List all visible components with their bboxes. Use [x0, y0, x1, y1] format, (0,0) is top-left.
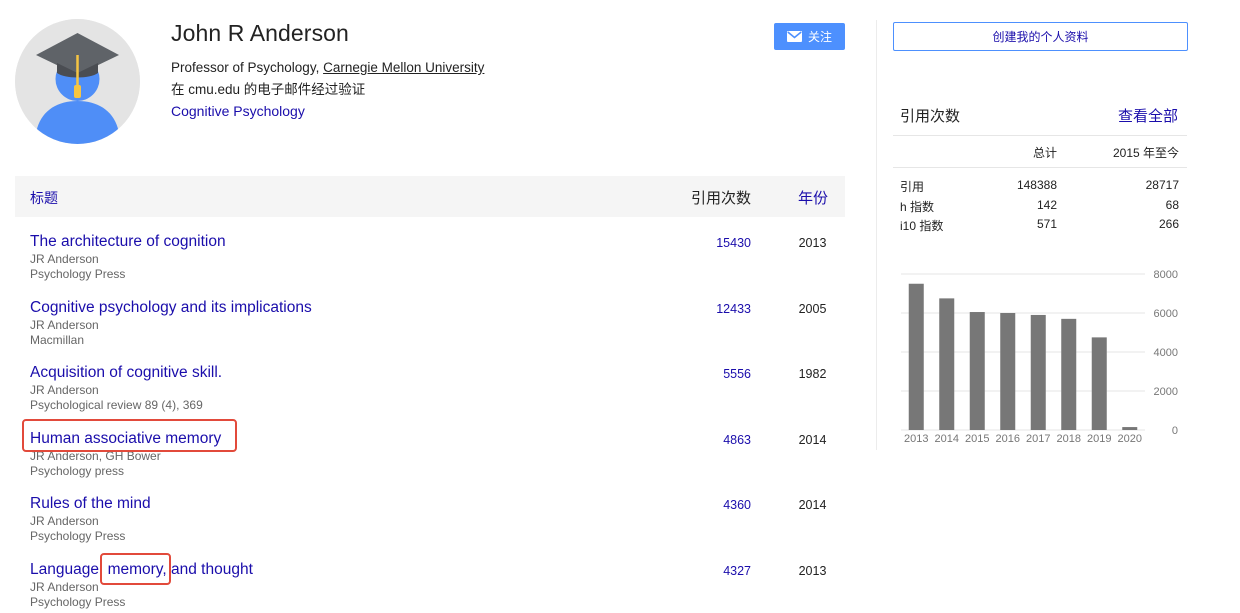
profile-name: John R Anderson [171, 20, 349, 46]
chart-x-tick-label: 2019 [1087, 433, 1111, 445]
chart-y-tick-label: 0 [1172, 425, 1178, 437]
chart-bar[interactable] [1061, 318, 1077, 430]
chart-bar[interactable] [1000, 313, 1016, 430]
column-citations-header[interactable]: 引用次数 [691, 187, 751, 208]
chart-x-tick-label: 2014 [935, 433, 959, 445]
stats-divider [893, 135, 1187, 136]
chart-bar[interactable] [1030, 314, 1046, 430]
stat-since: 28717 [1145, 178, 1179, 192]
follow-button[interactable]: 关注 [774, 23, 845, 50]
chart-bar[interactable] [1122, 427, 1138, 430]
affiliation-university-link[interactable]: Carnegie Mellon University [323, 60, 484, 75]
chart-x-tick-label: 2020 [1118, 433, 1142, 445]
article-title-link[interactable]: Language, memory, and thought [30, 561, 253, 579]
citations-bar-chart: 8000 6000 4000 2000 0 2013 2014 2015 2016 2017 201… [901, 269, 1178, 445]
follow-label: 关注 [807, 30, 832, 44]
article-authors: JR Anderson [30, 252, 99, 266]
article-citation-count[interactable]: 4863 [673, 433, 751, 447]
chart-bar[interactable] [939, 298, 955, 430]
article-venue: Macmillan [30, 333, 85, 347]
column-year-header[interactable]: 年份 [798, 187, 828, 208]
chart-bar[interactable] [908, 283, 924, 430]
article-title-link[interactable]: Rules of the mind [30, 495, 151, 513]
create-profile-button[interactable]: 创建我的个人资料 [893, 22, 1188, 51]
stats-divider [893, 167, 1187, 168]
article-venue: Psychology Press [30, 267, 126, 281]
chart-x-tick-label: 2013 [904, 433, 928, 445]
panel-divider [876, 20, 877, 450]
article-venue: Psychology press [30, 464, 125, 478]
article-venue: Psychological review 89 (4), 369 [30, 398, 203, 412]
article-title-link[interactable]: Cognitive psychology and its implication… [30, 299, 312, 317]
article-title-link[interactable]: Human associative memory [30, 430, 221, 448]
chart-x-tick-label: 2018 [1057, 433, 1081, 445]
article-authors: JR Anderson [30, 514, 99, 528]
stat-label: i10 指数 [900, 219, 944, 233]
article-citation-count[interactable]: 4360 [673, 498, 751, 512]
article-year: 2005 [798, 302, 827, 316]
stats-header-total: 总计 [1032, 146, 1057, 160]
chart-y-tick-label: 4000 [1154, 347, 1178, 359]
article-title-link[interactable]: The architecture of cognition [30, 233, 226, 251]
article-row: Rules of the mind JR Anderson Psychology… [15, 495, 845, 555]
article-row: Human associative memory JR Anderson, GH… [15, 430, 845, 490]
article-authors: JR Anderson [30, 580, 99, 594]
affiliation-role: Professor of Psychology, [171, 60, 324, 75]
chart-x-tick-label: 2016 [996, 433, 1020, 445]
article-venue: Psychology Press [30, 529, 126, 543]
stat-label: 引用 [900, 180, 925, 194]
research-interest-link[interactable]: Cognitive Psychology [171, 103, 305, 119]
article-year: 2013 [798, 236, 827, 250]
chart-y-tick-label: 8000 [1154, 269, 1178, 281]
citations-per-year-chart: 8000 6000 4000 2000 0 2013 2014 2015 2016 2017 201… [893, 262, 1193, 452]
article-row: Language, memory, and thought JR Anderso… [15, 561, 845, 613]
chart-x-tick-label: 2017 [1026, 433, 1050, 445]
article-title-link[interactable]: Acquisition of cognitive skill. [30, 364, 222, 382]
stat-total: 142 [1036, 198, 1057, 212]
article-citation-count[interactable]: 12433 [673, 302, 751, 316]
stat-label: h 指数 [900, 200, 935, 214]
article-year: 2013 [798, 564, 827, 578]
stat-since: 68 [1165, 198, 1179, 212]
profile-avatar [15, 19, 140, 144]
article-year: 2014 [798, 498, 827, 512]
chart-x-tick-label: 2015 [965, 433, 989, 445]
view-all-link[interactable]: 查看全部 [1118, 105, 1178, 126]
article-authors: JR Anderson [30, 383, 99, 397]
article-authors: JR Anderson [30, 318, 99, 332]
chart-y-tick-label: 2000 [1154, 386, 1178, 398]
stat-total: 571 [1036, 217, 1057, 231]
column-title-header[interactable]: 标题 [30, 188, 58, 208]
article-authors: JR Anderson, GH Bower [30, 449, 161, 463]
article-citation-count[interactable]: 5556 [673, 367, 751, 381]
chart-bar[interactable] [1091, 337, 1107, 430]
article-table-header: 标题 引用次数 年份 [15, 176, 845, 217]
stats-header-since: 2015 年至今 [1112, 146, 1179, 160]
article-row: Cognitive psychology and its implication… [15, 299, 845, 359]
article-year: 1982 [798, 367, 827, 381]
article-row: Acquisition of cognitive skill. JR Ander… [15, 364, 845, 424]
article-year: 2014 [798, 433, 827, 447]
article-citation-count[interactable]: 15430 [673, 236, 751, 250]
profile-affiliation: Professor of Psychology, Carnegie Mellon… [171, 60, 484, 75]
envelope-icon [786, 31, 802, 42]
stats-row-i10-index: i10 指数 571 266 [900, 217, 1180, 237]
cited-by-title: 引用次数 [900, 108, 961, 125]
chart-bar[interactable] [969, 312, 985, 430]
stat-total: 148388 [1016, 178, 1057, 192]
chart-y-tick-label: 6000 [1154, 308, 1178, 320]
article-venue: Psychology Press [30, 595, 126, 609]
stats-row-citations: 引用 148388 28717 [900, 178, 1180, 198]
verified-email: 在 cmu.edu 的电子邮件经过验证 [171, 82, 366, 97]
article-citation-count[interactable]: 4327 [673, 564, 751, 578]
stats-row-h-index: h 指数 142 68 [900, 198, 1180, 218]
stat-since: 266 [1158, 217, 1179, 231]
graduate-avatar-icon [15, 19, 140, 144]
article-row: The architecture of cognition JR Anderso… [15, 233, 845, 293]
